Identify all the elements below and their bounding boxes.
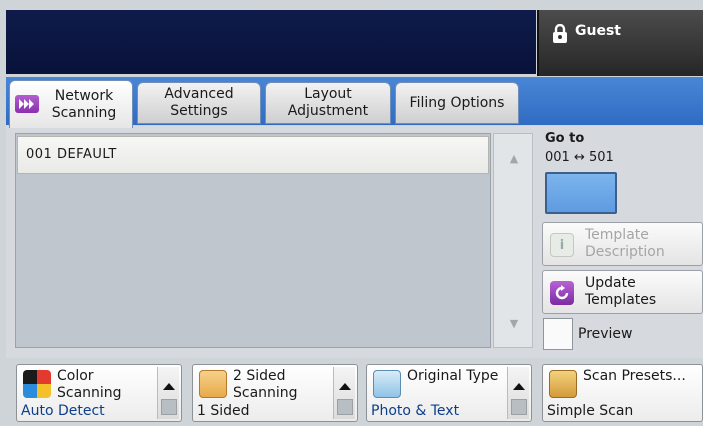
update-templates-button[interactable]: Update Templates xyxy=(542,270,703,314)
up-arrow-icon xyxy=(513,383,525,390)
user-name: Guest xyxy=(575,23,621,39)
template-description-button[interactable]: i Template Description xyxy=(542,222,703,266)
message-area xyxy=(6,10,536,74)
photo-text-icon xyxy=(373,370,401,398)
preview-checkbox[interactable] xyxy=(543,318,573,350)
tab-network-scanning[interactable]: Network Scanning xyxy=(9,80,133,128)
user-lock-icon xyxy=(553,24,567,43)
scroll-down-arrow-icon[interactable]: ▼ xyxy=(500,309,528,337)
original-type-title: Original Type xyxy=(407,368,499,384)
template-description-label: Template Description xyxy=(585,227,665,260)
two-sided-title: 2 Sided Scanning xyxy=(233,368,298,401)
tab-label: Advanced Settings xyxy=(164,86,234,119)
refresh-icon xyxy=(550,281,574,305)
two-sided-icon xyxy=(199,370,227,398)
original-type-stepper[interactable] xyxy=(507,367,529,419)
original-type-button[interactable]: Original Type Photo & Text xyxy=(366,364,532,422)
up-arrow-icon xyxy=(163,383,175,390)
scan-presets-value: Simple Scan xyxy=(547,403,634,419)
color-scanning-value: Auto Detect xyxy=(21,403,105,419)
update-templates-label: Update Templates xyxy=(585,275,657,308)
preview-label: Preview xyxy=(578,326,633,342)
scan-presets-title: Scan Presets... xyxy=(583,368,686,384)
tab-filing-options[interactable]: Filing Options xyxy=(395,82,519,124)
info-icon: i xyxy=(550,233,574,257)
goto-range: 001 ↔ 501 xyxy=(545,150,614,165)
scan-screen: Guest Network Scanning Advanced Settings… xyxy=(0,0,703,426)
color-scanning-icon xyxy=(23,370,51,398)
tab-label: Network Scanning xyxy=(51,87,117,121)
two-sided-stepper[interactable] xyxy=(333,367,355,419)
tab-label: Layout Adjustment xyxy=(287,86,369,119)
tab-label: Filing Options xyxy=(409,94,505,111)
user-login-button[interactable]: Guest xyxy=(537,10,703,76)
original-type-value: Photo & Text xyxy=(371,403,460,419)
scroll-up-arrow-icon[interactable]: ▲ xyxy=(500,144,528,172)
scan-presets-icon xyxy=(549,370,577,398)
two-sided-value: 1 Sided xyxy=(197,403,250,419)
goto-label: Go to xyxy=(545,131,585,146)
two-sided-scanning-button[interactable]: 2 Sided Scanning 1 Sided xyxy=(192,364,358,422)
network-scanning-icon xyxy=(15,95,39,113)
list-scrollbar[interactable]: ▲ ▼ xyxy=(493,133,533,348)
up-arrow-icon xyxy=(339,383,351,390)
color-scanning-title: Color Scanning xyxy=(57,368,122,401)
tab-advanced-settings[interactable]: Advanced Settings xyxy=(137,82,261,124)
scan-presets-button[interactable]: Scan Presets... Simple Scan xyxy=(542,364,703,422)
color-scanning-stepper[interactable] xyxy=(157,367,179,419)
template-list-item[interactable]: 001 DEFAULT xyxy=(17,136,489,174)
tab-layout-adjustment[interactable]: Layout Adjustment xyxy=(265,82,391,124)
goto-number-field[interactable] xyxy=(545,172,617,214)
color-scanning-button[interactable]: Color Scanning Auto Detect xyxy=(16,364,182,422)
